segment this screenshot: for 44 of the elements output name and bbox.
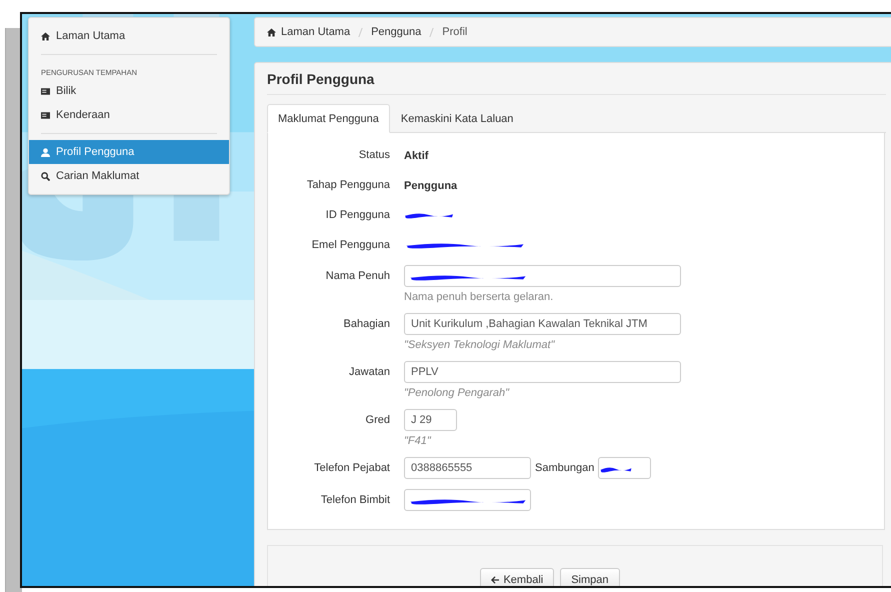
field-value: Aktif [404,149,428,162]
field-label: Telefon Bimbit [320,493,390,508]
sidebar-item[interactable]: Bilik [29,79,229,103]
help-text: "Penolong Pengarah" [404,387,510,399]
field-label: Emel Pengguna [310,238,390,253]
save-button[interactable]: Simpan [560,568,620,586]
help-text: "Seksyen Teknologi Maklumat" [404,339,556,351]
input-field[interactable]: 0388865555 [404,457,531,479]
field-label: ID Pengguna [324,208,390,223]
home-icon [267,28,276,36]
field-label: Bahagian [342,317,390,332]
id-card-icon [41,86,50,96]
input-field[interactable]: J 29 [404,409,457,431]
help-text: Nama penuh berserta gelaran. [404,291,554,303]
search-icon [41,172,50,180]
sidebar-item[interactable]: Profil Pengguna [29,140,229,164]
field-value: Pengguna [404,179,458,192]
field-label: Sambungan [535,462,594,474]
breadcrumb-link[interactable]: Profil [442,26,468,38]
input-field[interactable] [404,489,531,511]
field-label: Nama Penuh [324,269,390,284]
input-field[interactable]: PPLV [404,361,681,383]
field-label: Tahap Pengguna [306,178,390,193]
sidebar-item[interactable]: Laman Utama [29,24,229,48]
back-button[interactable]: Kembali [480,568,554,586]
input-field[interactable] [404,265,681,287]
sidebar-item[interactable]: Carian Maklumat [29,164,229,188]
arrow-left-icon [491,576,500,584]
tab[interactable]: Kemaskini Kata Laluan [390,104,524,133]
user-icon [41,148,50,156]
field-label: Gred [364,413,390,428]
help-text: "F41" [404,435,432,447]
breadcrumb-link[interactable]: Laman Utama [281,26,350,38]
field-label: Status [358,148,390,163]
input-field[interactable]: Unit Kurikulum ,Bahagian Kawalan Teknikal JTM [404,313,681,335]
breadcrumb-link[interactable]: Pengguna [371,26,422,38]
field-label: Telefon Pejabat [313,461,390,476]
input-field[interactable] [598,457,652,479]
id-card-icon [41,110,50,120]
home-icon [41,32,50,40]
panel-title: Profil Pengguna [267,63,886,95]
tab[interactable]: Maklumat Pengguna [267,104,390,133]
sidebar-item[interactable]: Kenderaan [29,103,229,127]
field-label: Jawatan [348,365,390,380]
